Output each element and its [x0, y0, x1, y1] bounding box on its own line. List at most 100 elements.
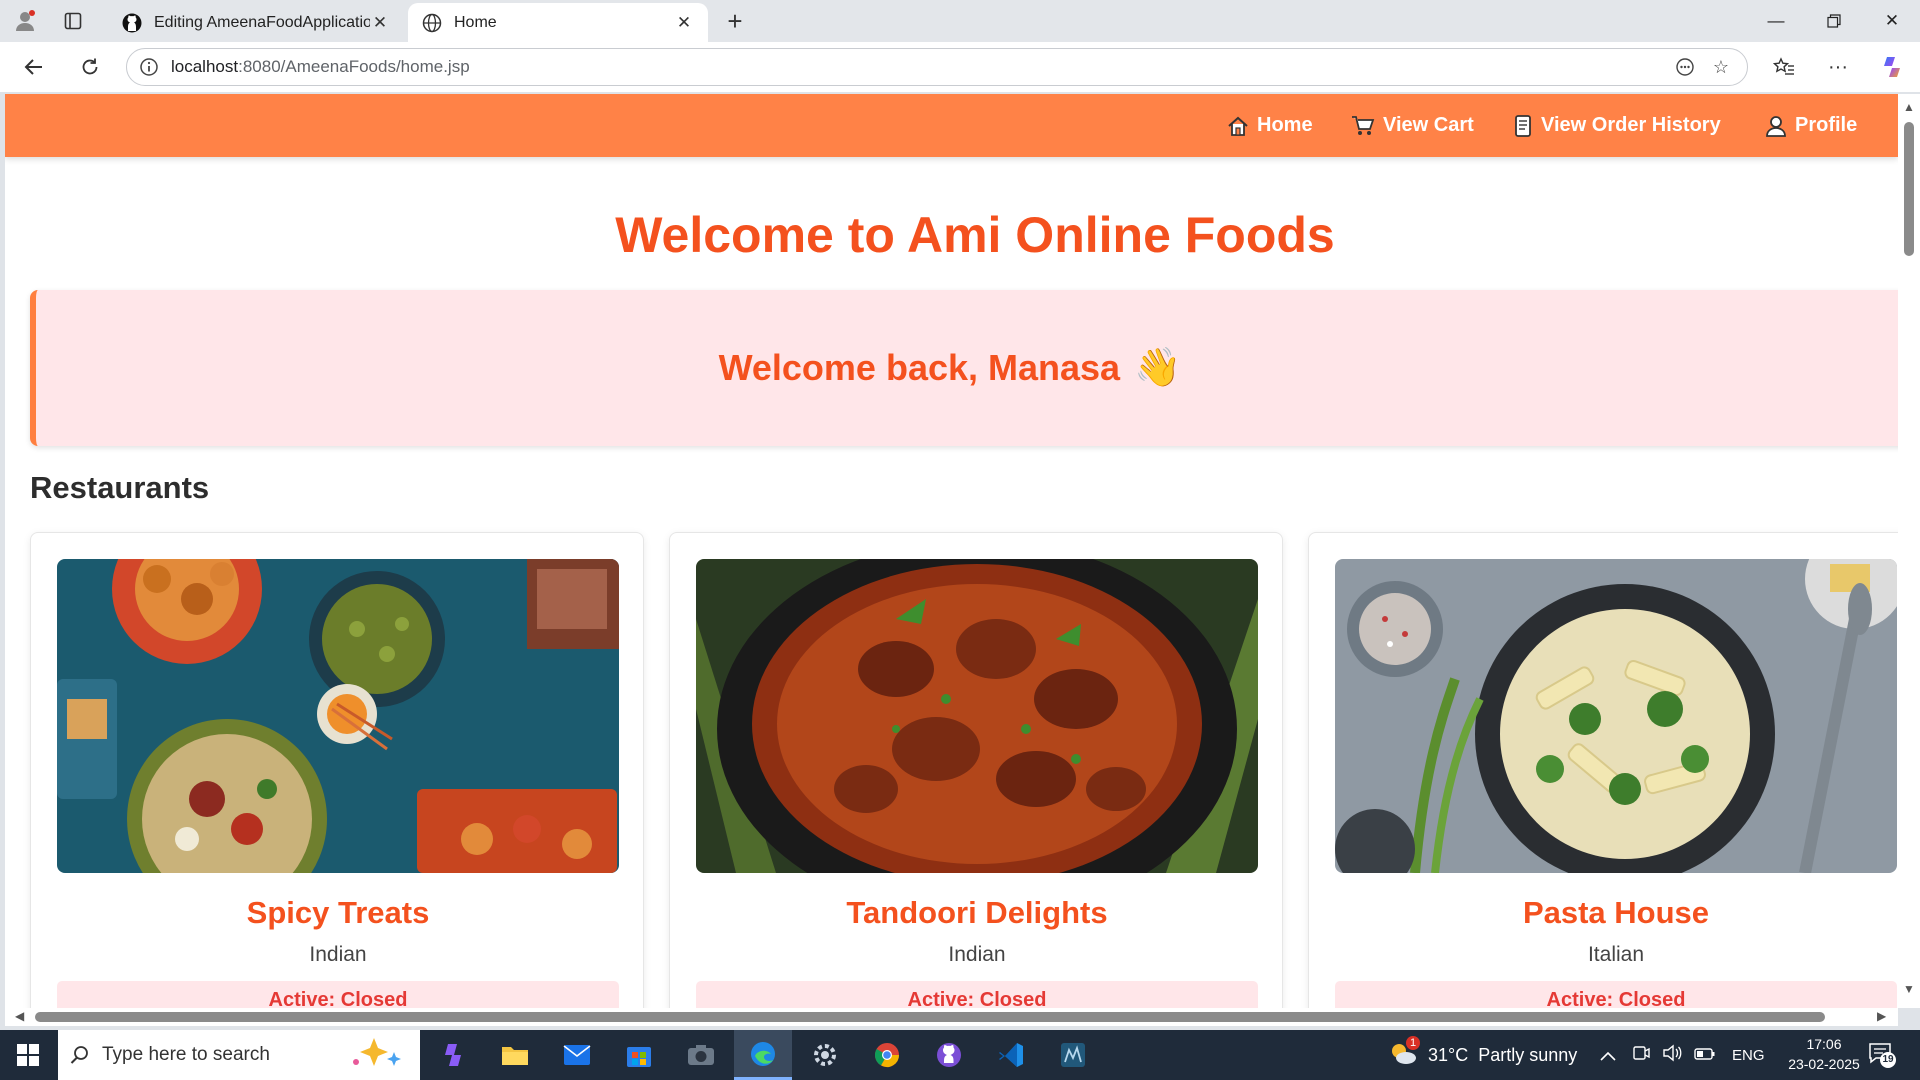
- status-badge: Active: Closed: [696, 981, 1258, 1008]
- scrollbar-thumb[interactable]: [1904, 122, 1914, 256]
- welcome-message: Welcome back, Manasa 👋: [36, 290, 1898, 446]
- scroll-icon: [1513, 114, 1533, 138]
- scroll-up-icon[interactable]: ▲: [1903, 100, 1915, 114]
- weather-icon: 1: [1388, 1035, 1420, 1071]
- restaurant-cuisine: Indian: [309, 943, 367, 966]
- vertical-scrollbar[interactable]: ▲ ▼: [1898, 94, 1920, 1008]
- close-icon[interactable]: ✕: [674, 13, 694, 33]
- reading-mode-icon[interactable]: [1667, 52, 1703, 82]
- user-icon: [1765, 115, 1787, 137]
- camera-icon[interactable]: [672, 1030, 730, 1080]
- restore-button[interactable]: [1806, 0, 1862, 42]
- restaurant-name[interactable]: Spicy Treats: [31, 895, 645, 931]
- battery-icon[interactable]: [1694, 1045, 1716, 1066]
- volume-icon[interactable]: [1662, 1044, 1682, 1067]
- nav-profile-link[interactable]: Profile: [1765, 94, 1857, 157]
- system-tray: ENG: [1600, 1030, 1765, 1080]
- nav-label: View Cart: [1383, 114, 1474, 136]
- mail-icon[interactable]: [548, 1030, 606, 1080]
- settings-gear-icon[interactable]: [796, 1030, 854, 1080]
- status-badge: Active: Closed: [57, 981, 619, 1008]
- favorites-icon[interactable]: [1766, 50, 1802, 84]
- url-text: localhost:8080/AmeenaFoods/home.jsp: [171, 57, 470, 76]
- notification-count: 19: [1880, 1051, 1896, 1068]
- tab-label: Home: [454, 13, 497, 31]
- chrome-browser-icon[interactable]: [858, 1030, 916, 1080]
- scrollbar-thumb[interactable]: [35, 1012, 1825, 1022]
- site-info-icon[interactable]: [127, 57, 171, 77]
- notification-center[interactable]: 19: [1868, 1030, 1896, 1080]
- cart-icon: [1351, 115, 1375, 137]
- restaurant-card[interactable]: Pasta House Italian Active: Closed: [1308, 532, 1898, 1008]
- store-icon[interactable]: [610, 1030, 668, 1080]
- copilot-app-icon[interactable]: [424, 1030, 482, 1080]
- tab-actions-icon[interactable]: [56, 6, 90, 36]
- address-bar[interactable]: localhost:8080/AmeenaFoods/home.jsp ☆: [126, 48, 1748, 86]
- search-icon: [58, 1045, 102, 1065]
- meet-now-icon[interactable]: [1632, 1044, 1650, 1067]
- browser-tab-strip: Editing AmeenaFoodApplication/ ✕ Home ✕ …: [0, 0, 1920, 42]
- weather-text: 31°C Partly sunny: [1428, 1044, 1578, 1065]
- welcome-banner: Welcome back, Manasa 👋: [30, 290, 1898, 446]
- favorite-star-icon[interactable]: ☆: [1703, 52, 1739, 82]
- restaurant-cuisine: Italian: [1587, 943, 1645, 966]
- search-placeholder: Type here to search: [102, 1044, 270, 1065]
- scroll-right-icon[interactable]: ▶: [1877, 1009, 1886, 1023]
- restaurant-card[interactable]: Tandoori Delights Indian Active: Closed: [669, 532, 1283, 1008]
- site-navbar: Home View Cart View Order History Profil…: [5, 94, 1898, 157]
- close-icon[interactable]: ✕: [370, 13, 390, 33]
- windows-start-icon[interactable]: [0, 1030, 56, 1080]
- nav-order-history-link[interactable]: View Order History: [1513, 94, 1721, 157]
- clock-time: 17:06: [1806, 1036, 1842, 1052]
- home-icon: [1227, 115, 1249, 137]
- restaurant-name[interactable]: Pasta House: [1309, 895, 1898, 931]
- taskbar-search-box[interactable]: Type here to search: [58, 1030, 420, 1080]
- status-badge: Active: Closed: [1335, 981, 1897, 1008]
- profile-icon[interactable]: [8, 6, 42, 36]
- tab-label: Editing AmeenaFoodApplication/: [154, 13, 370, 31]
- mysql-workbench-icon[interactable]: [1044, 1030, 1102, 1080]
- back-arrow-icon[interactable]: [16, 50, 52, 84]
- chevron-up-icon[interactable]: [1600, 1045, 1616, 1066]
- nav-label: Home: [1257, 114, 1313, 136]
- scroll-down-icon[interactable]: ▼: [1903, 982, 1915, 996]
- nav-label: Profile: [1795, 114, 1858, 136]
- clock[interactable]: 17:06 23-02-2025: [1776, 1034, 1872, 1074]
- clock-date: 23-02-2025: [1788, 1056, 1860, 1072]
- tab-editing-github[interactable]: Editing AmeenaFoodApplication/ ✕: [108, 3, 404, 42]
- edge-browser-icon[interactable]: [734, 1030, 792, 1080]
- welcome-text: Welcome back, Manasa: [718, 347, 1121, 388]
- horizontal-scrollbar[interactable]: ◀ ▶: [5, 1008, 1898, 1026]
- more-options-icon[interactable]: ···: [1820, 50, 1856, 84]
- windows-taskbar: Type here to search 1 31°C Partly sunny …: [0, 1030, 1920, 1080]
- search-highlight-icon: [346, 1036, 406, 1075]
- restaurant-card[interactable]: Spicy Treats Indian Active: Closed: [30, 532, 644, 1008]
- restaurant-cuisine: Indian: [948, 943, 1006, 966]
- globe-icon: [422, 13, 442, 33]
- copilot-icon[interactable]: [1874, 50, 1910, 84]
- github-desktop-icon[interactable]: [920, 1030, 978, 1080]
- page-viewport: Home View Cart View Order History Profil…: [5, 94, 1898, 1008]
- file-explorer-icon[interactable]: [486, 1030, 544, 1080]
- nav-label: View Order History: [1541, 114, 1721, 136]
- vscode-icon[interactable]: [982, 1030, 1040, 1080]
- page-title: Welcome to Ami Online Foods: [615, 207, 1335, 263]
- assorted-dishes-photo: [57, 559, 619, 873]
- browser-toolbar: localhost:8080/AmeenaFoods/home.jsp ☆ ··…: [0, 42, 1920, 92]
- window-close-button[interactable]: ✕: [1864, 0, 1920, 42]
- nav-view-cart-link[interactable]: View Cart: [1351, 94, 1474, 157]
- new-tab-button[interactable]: +: [718, 6, 752, 36]
- weather-widget[interactable]: 1 31°C Partly sunny: [1388, 1030, 1577, 1080]
- minimize-button[interactable]: —: [1748, 0, 1804, 42]
- waving-hand-icon: 👋: [1134, 347, 1182, 389]
- section-title-restaurants: Restaurants: [30, 470, 210, 505]
- restaurant-name[interactable]: Tandoori Delights: [670, 895, 1284, 931]
- notification-icon: 19: [1868, 1042, 1896, 1069]
- curry-pot-photo: [696, 559, 1258, 873]
- tab-home[interactable]: Home ✕: [408, 3, 708, 42]
- github-icon: [122, 13, 142, 33]
- language-indicator[interactable]: ENG: [1732, 1047, 1765, 1064]
- reload-icon[interactable]: [72, 50, 108, 84]
- scroll-left-icon[interactable]: ◀: [15, 1009, 24, 1023]
- nav-home-link[interactable]: Home: [1227, 94, 1313, 157]
